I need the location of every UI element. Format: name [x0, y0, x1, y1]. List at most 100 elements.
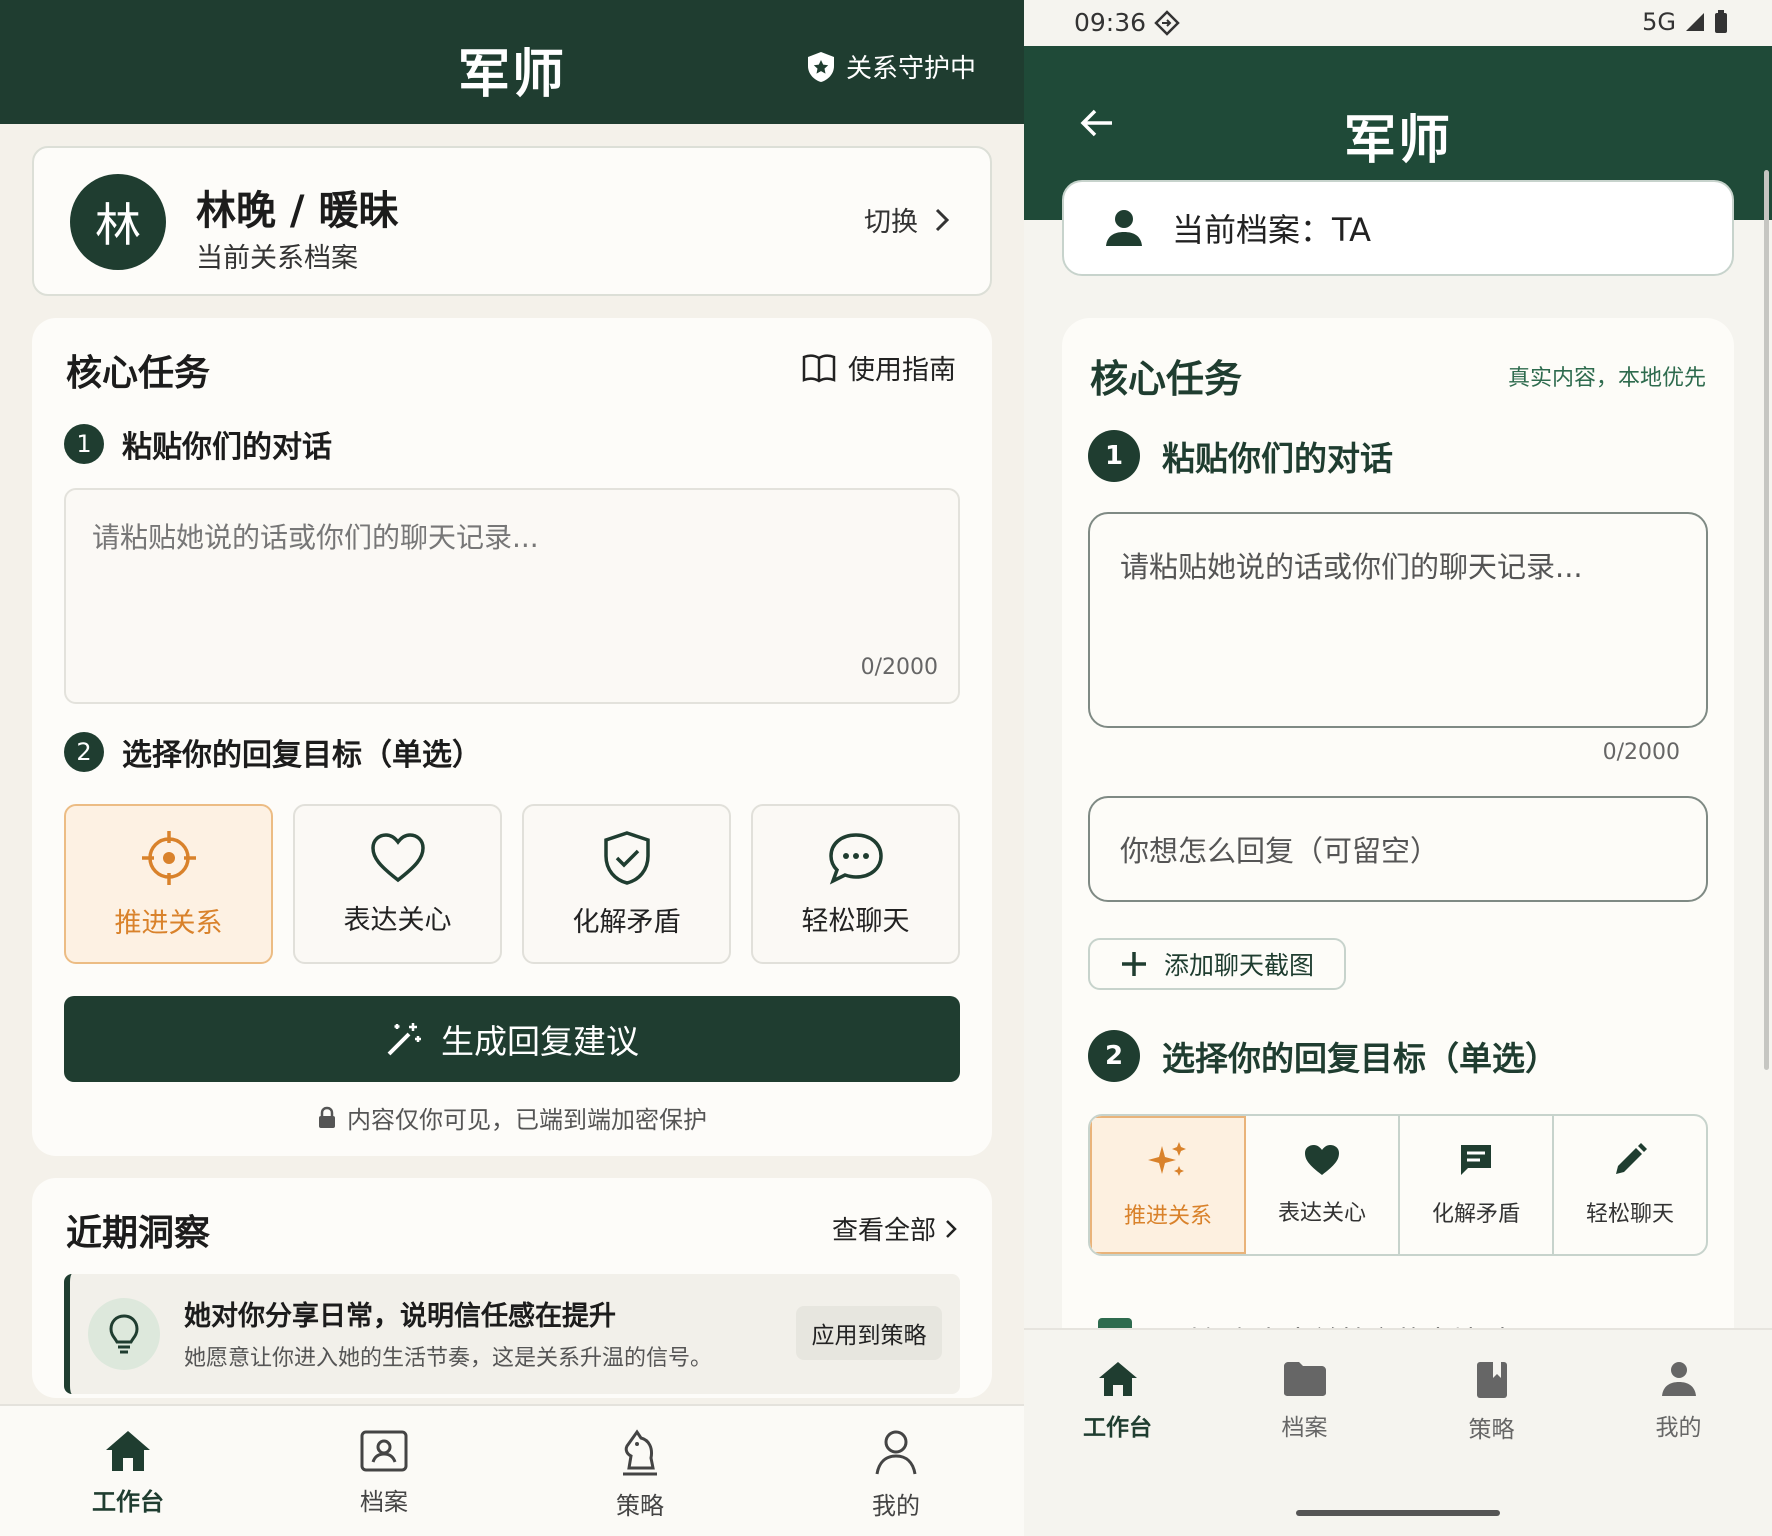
section-title: 核心任务 [1090, 357, 1243, 401]
char-counter: 0/2000 [860, 655, 938, 680]
person-icon [1104, 208, 1144, 248]
textarea-placeholder: 请粘贴她说的话或你们的聊天记录... [92, 521, 539, 554]
chevron-right-icon [944, 1218, 958, 1240]
nav-workbench[interactable]: 工作台 [1024, 1360, 1211, 1444]
bottom-nav: 工作台 档案 策略 我的 [1024, 1328, 1772, 1536]
status-time: 09:36 [1074, 8, 1180, 37]
step-2: 2 选择你的回复目标（单选） [64, 730, 482, 774]
guard-status: 关系守护中 [806, 48, 976, 85]
nav-label: 策略 [1468, 1417, 1515, 1443]
left-app-screen: 军师 关系守护中 林 林晚 / 暖昧 当前关系档案 切换 核心任务 使用指南 1 [0, 0, 1024, 1536]
folder-icon [1282, 1360, 1328, 1398]
nav-profiles[interactable]: 档案 [256, 1406, 512, 1536]
sparkle-icon [1148, 1140, 1188, 1180]
insight-title: 她对你分享日常，说明信任感在提升 [184, 1301, 616, 1332]
goal-casual[interactable]: 轻松聊天 [751, 804, 960, 964]
nav-profiles[interactable]: 档案 [1211, 1360, 1398, 1444]
nav-label: 档案 [1281, 1415, 1328, 1441]
goal-casual[interactable]: 轻松聊天 [1554, 1116, 1706, 1254]
privacy-note: 内容仅你可见，已端到端加密保护 [32, 1100, 992, 1135]
bottom-nav: 工作台 档案 策略 我的 [0, 1404, 1024, 1536]
home-indicator[interactable] [1296, 1510, 1500, 1516]
section-title: 核心任务 [66, 353, 211, 394]
step-label: 粘贴你们的对话 [1162, 439, 1393, 478]
goal-label: 轻松聊天 [801, 905, 910, 937]
message-icon [1458, 1142, 1494, 1178]
char-counter: 0/2000 [1602, 740, 1680, 765]
pencil-icon [1612, 1142, 1648, 1178]
current-profile-bar[interactable]: 当前档案：TA [1062, 180, 1734, 276]
goal-label: 化解矛盾 [1431, 1202, 1520, 1227]
goal-resolve[interactable]: 化解矛盾 [1400, 1116, 1554, 1254]
step-number: 2 [1088, 1030, 1140, 1082]
conversation-textarea[interactable]: 请粘贴她说的话或你们的聊天记录... [1088, 512, 1708, 728]
goal-care[interactable]: 表达关心 [293, 804, 502, 964]
goal-label: 轻松聊天 [1585, 1202, 1674, 1227]
target-icon [140, 829, 198, 887]
top-bar: 军师 关系守护中 [0, 0, 1024, 124]
nav-strategy[interactable]: 策略 [1398, 1360, 1585, 1444]
step-number: 1 [1088, 430, 1140, 482]
nav-strategy[interactable]: 策略 [512, 1406, 768, 1536]
step-1: 1 粘贴你们的对话 [64, 422, 332, 466]
signal-icon [1684, 11, 1706, 33]
core-task-card: 核心任务 真实内容，本地优先 1 粘贴你们的对话 请粘贴她说的话或你们的聊天记录… [1062, 318, 1734, 1378]
conversation-textarea[interactable]: 请粘贴她说的话或你们的聊天记录... 0/2000 [64, 488, 960, 704]
chess-knight-icon [617, 1428, 663, 1478]
view-all-link[interactable]: 查看全部 [832, 1210, 958, 1247]
shield-star-icon [806, 51, 836, 83]
person-icon [873, 1428, 919, 1478]
usage-guide-link[interactable]: 使用指南 [802, 348, 956, 387]
goal-label: 表达关心 [1277, 1201, 1366, 1226]
add-screenshot-label: 添加聊天截图 [1164, 951, 1315, 980]
switch-profile-button[interactable]: 切换 [864, 200, 950, 239]
nav-label: 我的 [872, 1492, 920, 1520]
avatar: 林 [70, 174, 166, 270]
insights-card: 近期洞察 查看全部 她对你分享日常，说明信任感在提升 她愿意让你进入她的生活节奏… [32, 1178, 992, 1398]
switch-label: 切换 [864, 207, 918, 238]
step-2: 2 选择你的回复目标（单选） [1088, 1030, 1558, 1082]
network-label: 5G [1642, 8, 1676, 36]
goal-label: 表达关心 [343, 904, 452, 936]
guard-label: 关系守护中 [845, 54, 976, 84]
goal-advance[interactable]: 推进关系 [64, 804, 273, 964]
nav-label: 工作台 [1083, 1415, 1152, 1441]
time-label: 09:36 [1074, 8, 1147, 37]
apply-strategy-button[interactable]: 应用到策略 [796, 1306, 942, 1360]
step-number: 2 [64, 732, 104, 772]
heart-icon [370, 832, 426, 884]
home-icon [1097, 1360, 1139, 1398]
lightbulb-icon [88, 1298, 160, 1370]
status-bar: 09:36 5G [1024, 0, 1772, 46]
local-first-hint: 真实内容，本地优先 [1507, 366, 1706, 391]
plus-icon [1120, 950, 1148, 978]
shield-check-icon [602, 830, 652, 886]
reply-intent-input[interactable]: 你想怎么回复（可留空） [1088, 796, 1708, 902]
section-title: 近期洞察 [66, 1213, 211, 1254]
add-screenshot-button[interactable]: 添加聊天截图 [1088, 938, 1347, 990]
nav-mine[interactable]: 我的 [1585, 1360, 1772, 1444]
scrollbar[interactable] [1764, 170, 1769, 1070]
goal-options: 推进关系 表达关心 化解矛盾 轻松聊天 [1088, 1114, 1708, 1256]
app-title: 军师 [1343, 111, 1452, 171]
nav-workbench[interactable]: 工作台 [0, 1406, 256, 1536]
nav-mine[interactable]: 我的 [768, 1406, 1024, 1536]
person-icon [1660, 1360, 1698, 1398]
goal-advance[interactable]: 推进关系 [1090, 1116, 1246, 1254]
goal-resolve[interactable]: 化解矛盾 [522, 804, 731, 964]
view-all-label: 查看全部 [831, 1216, 936, 1246]
relationship-profile-card[interactable]: 林 林晚 / 暖昧 当前关系档案 切换 [32, 146, 992, 296]
magic-wand-icon [385, 1020, 423, 1058]
step-label: 选择你的回复目标（单选） [122, 738, 482, 773]
goal-care[interactable]: 表达关心 [1246, 1116, 1400, 1254]
guide-label: 使用指南 [848, 355, 956, 386]
insight-item[interactable]: 她对你分享日常，说明信任感在提升 她愿意让你进入她的生活节奏，这是关系升温的信号… [64, 1274, 960, 1394]
current-profile-label: 当前档案：TA [1172, 211, 1371, 249]
nav-label: 档案 [360, 1488, 408, 1516]
chevron-right-icon [934, 207, 950, 233]
lock-icon [317, 1106, 337, 1130]
nav-label: 策略 [616, 1492, 664, 1520]
generate-reply-button[interactable]: 生成回复建议 [64, 996, 960, 1082]
status-signal: 5G [1642, 8, 1728, 36]
step-number: 1 [64, 424, 104, 464]
